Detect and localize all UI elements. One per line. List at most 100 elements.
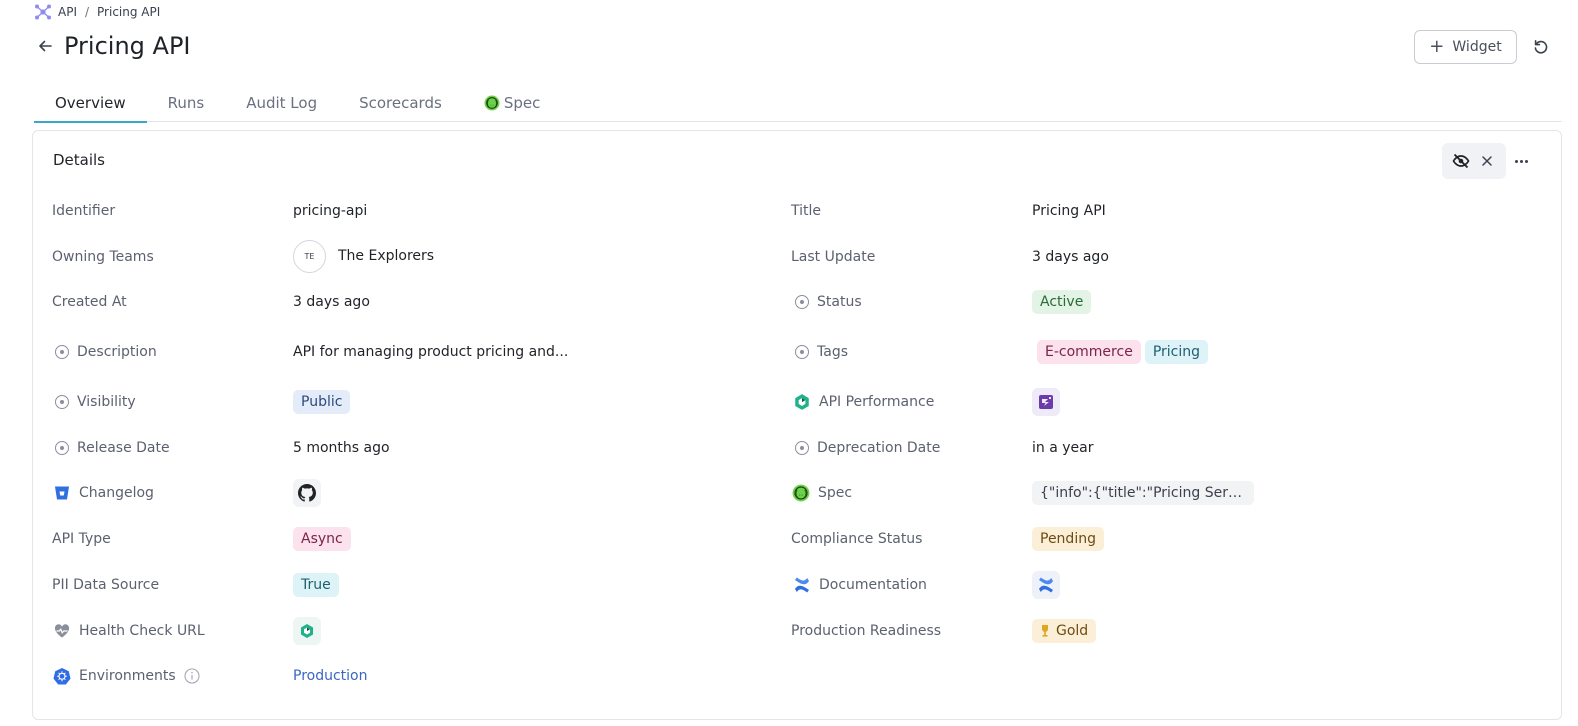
deprecation-date-label: Deprecation Date	[795, 438, 940, 458]
svg-text:{..}: {..}	[486, 99, 498, 107]
tab-scorecards[interactable]: Scorecards	[338, 84, 463, 122]
description-value[interactable]: API for managing product pricing and...	[293, 342, 568, 362]
description-label: Description	[55, 342, 157, 362]
refresh-icon[interactable]	[1532, 38, 1550, 56]
add-widget-button[interactable]: + Widget	[1414, 30, 1517, 64]
release-date-value: 5 months ago	[293, 440, 390, 456]
title-label: Title	[791, 203, 822, 219]
deprecation-date-value: in a year	[1032, 440, 1094, 456]
tab-overview[interactable]: Overview	[34, 84, 147, 123]
changelog-label: Changelog	[53, 483, 154, 503]
github-link[interactable]	[293, 479, 321, 507]
created-at-label: Created At	[52, 294, 127, 310]
api-performance-link[interactable]	[1032, 388, 1060, 416]
identifier-label: Identifier	[52, 203, 116, 219]
back-arrow-icon[interactable]	[36, 37, 54, 55]
pii-badge: True	[293, 573, 339, 597]
title-value: Pricing API	[1032, 203, 1106, 219]
api-type-label: API Type	[52, 531, 111, 547]
details-card: Details Identifier pricing-api Owning Te…	[32, 130, 1562, 720]
compliance-status-value: Pending	[1032, 526, 1104, 552]
health-check-link[interactable]	[293, 617, 321, 645]
breadcrumb-root[interactable]: API	[58, 5, 77, 19]
breadcrumb: API / Pricing API	[34, 3, 160, 21]
tab-spec-label: Spec	[503, 94, 541, 112]
spec-label: {..} Spec	[792, 483, 852, 503]
changelog-value[interactable]	[293, 479, 321, 507]
spec-json-preview[interactable]: {"info":{"title":"Pricing Service A...	[1032, 481, 1254, 505]
uptime-icon	[795, 394, 809, 410]
openapi-spec-icon: {..}	[484, 95, 500, 111]
readiness-badge: Gold	[1032, 619, 1097, 643]
environments-label: Environments	[53, 666, 200, 686]
production-readiness-label: Production Readiness	[791, 623, 942, 639]
api-type-badge: Async	[293, 527, 351, 551]
owning-teams-value[interactable]: TE The Explorers	[293, 239, 434, 273]
api-performance-label: API Performance	[793, 392, 934, 412]
status-label: Status	[795, 292, 862, 312]
tab-scorecards-label: Scorecards	[359, 94, 442, 112]
status-badge: Active	[1032, 290, 1092, 314]
kubernetes-icon	[53, 668, 71, 685]
compliance-badge: Pending	[1032, 527, 1104, 551]
visibility-value: Public	[293, 389, 351, 415]
environments-value[interactable]: Production	[293, 666, 367, 686]
health-check-url-value[interactable]	[293, 617, 321, 645]
plus-icon: +	[1429, 36, 1445, 57]
svg-text:{..}: {..}	[794, 489, 808, 498]
eye-off-icon[interactable]	[1452, 152, 1470, 170]
property-icon	[795, 295, 809, 309]
status-value: Active	[1032, 289, 1092, 315]
owning-teams-label: Owning Teams	[52, 249, 154, 265]
api-performance-value[interactable]	[1032, 388, 1060, 416]
documentation-label: Documentation	[793, 575, 927, 595]
spec-value[interactable]: {"info":{"title":"Pricing Service A...	[1032, 480, 1254, 506]
card-title: Details	[53, 151, 106, 169]
team-avatar: TE	[293, 239, 326, 273]
tab-bar: Overview Runs Audit Log Scorecards {..} …	[34, 84, 1562, 123]
property-icon	[55, 395, 69, 409]
tab-runs[interactable]: Runs	[147, 84, 226, 122]
team-name: The Explorers	[338, 248, 435, 264]
tag-badge: Pricing	[1144, 340, 1209, 364]
tags-label: Tags	[795, 342, 848, 362]
bitbucket-icon	[55, 486, 69, 500]
production-readiness-value: Gold	[1032, 618, 1097, 644]
confluence-icon	[795, 577, 809, 593]
widget-controls	[1442, 143, 1506, 179]
api-type-value: Async	[293, 526, 351, 552]
identifier-value: pricing-api	[293, 203, 368, 219]
tag-badge: E-commerce	[1037, 340, 1141, 364]
pii-data-source-value: True	[293, 572, 339, 598]
confluence-icon	[1039, 577, 1053, 593]
visibility-badge: Public	[293, 390, 351, 414]
info-icon[interactable]	[184, 668, 200, 684]
compliance-status-label: Compliance Status	[791, 531, 923, 547]
tab-spec[interactable]: {..} Spec	[463, 84, 562, 122]
property-icon	[55, 441, 69, 455]
documentation-value[interactable]	[1032, 571, 1060, 599]
visibility-label: Visibility	[55, 392, 136, 412]
more-options-icon[interactable]	[1511, 151, 1531, 171]
created-at-value: 3 days ago	[293, 294, 370, 310]
swagger-stats-icon	[1039, 395, 1053, 409]
trophy-icon	[1042, 625, 1048, 637]
property-icon	[795, 441, 809, 455]
tags-value: E-commerce Pricing	[1037, 339, 1209, 365]
close-icon[interactable]	[1478, 152, 1496, 170]
tab-runs-label: Runs	[167, 94, 205, 112]
release-date-label: Release Date	[55, 438, 170, 458]
health-check-url-label: Health Check URL	[53, 621, 205, 641]
openapi-spec-icon: {..}	[792, 484, 810, 502]
pii-data-source-label: PII Data Source	[52, 577, 160, 593]
page-title: Pricing API	[64, 32, 191, 60]
property-icon	[55, 345, 69, 359]
documentation-link[interactable]	[1032, 571, 1060, 599]
tab-audit-log[interactable]: Audit Log	[225, 84, 338, 122]
github-icon	[298, 484, 316, 502]
tab-overview-label: Overview	[55, 94, 126, 112]
last-update-value: 3 days ago	[1032, 249, 1109, 265]
api-molecule-icon	[35, 4, 51, 20]
add-widget-label: Widget	[1452, 39, 1502, 55]
heart-pulse-icon	[54, 624, 70, 638]
